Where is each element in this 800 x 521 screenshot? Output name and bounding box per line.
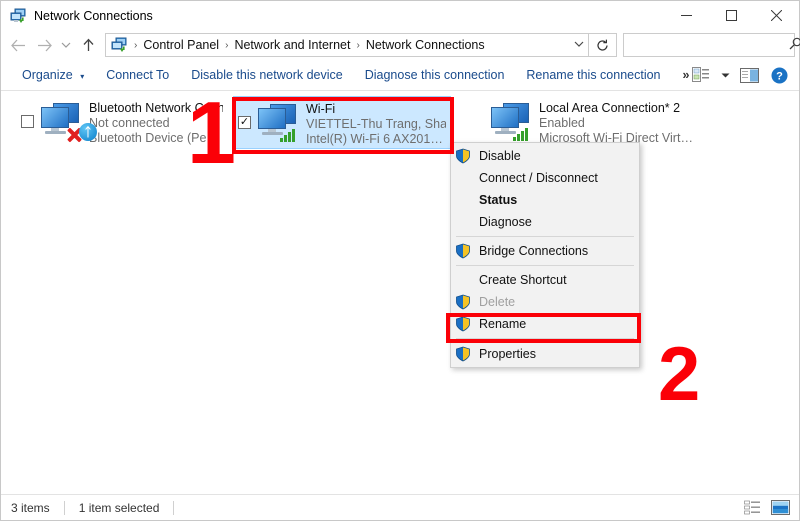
signal-bars-icon xyxy=(280,126,300,142)
selection-status: 1 item selected xyxy=(78,500,160,515)
menu-item-label: Create Shortcut xyxy=(479,273,567,287)
chevron-down-icon: ▾ xyxy=(80,72,85,81)
large-icons-view-icon[interactable] xyxy=(769,498,791,518)
bluetooth-icon: ᛏ xyxy=(79,123,97,141)
chevron-down-icon[interactable] xyxy=(574,40,584,51)
minimize-button[interactable] xyxy=(664,1,709,30)
change-view-icon[interactable] xyxy=(687,63,715,87)
window-title: Network Connections xyxy=(34,8,153,23)
connect-to-button[interactable]: Connect To xyxy=(95,63,180,87)
command-bar-right: ? xyxy=(687,63,793,87)
uac-shield-icon xyxy=(455,346,471,362)
command-bar: Organize ▾ Connect To Disable this netwo… xyxy=(1,60,799,91)
view-mode-buttons xyxy=(741,498,791,518)
breadcrumb-folder-icon xyxy=(111,37,127,53)
breadcrumb-item-control-panel[interactable]: Control Panel xyxy=(140,38,222,52)
uac-shield-icon xyxy=(455,294,471,310)
breadcrumb-separator-0: › xyxy=(134,39,138,51)
back-button[interactable] xyxy=(5,33,31,57)
connection-name: Wi-Fi xyxy=(306,102,336,116)
search-icon xyxy=(789,37,800,53)
menu-item-label: Connect / Disconnect xyxy=(479,171,598,185)
organize-button[interactable]: Organize ▾ xyxy=(11,63,95,87)
connection-item-local-area-2[interactable]: Local Area Connection* 2 Enabled Microso… xyxy=(467,96,697,148)
menu-item-label: Bridge Connections xyxy=(479,244,589,258)
menu-item-label: Disable xyxy=(479,149,521,163)
connections-list: ᛏ Bluetooth Network Connection Not conne… xyxy=(1,92,799,494)
connection-name: Bluetooth Network Connection xyxy=(89,101,223,115)
diagnose-connection-button[interactable]: Diagnose this connection xyxy=(354,63,516,87)
lan-adapter-icon xyxy=(487,101,535,145)
uac-shield-icon xyxy=(455,243,471,259)
signal-bars-icon xyxy=(513,125,533,141)
menu-item-disable[interactable]: Disable xyxy=(451,145,639,167)
maximize-button[interactable] xyxy=(709,1,754,30)
menu-item-bridge-connections[interactable]: Bridge Connections xyxy=(451,240,639,262)
menu-item-status[interactable]: Status xyxy=(451,189,639,211)
up-button[interactable] xyxy=(75,33,101,57)
context-menu: Disable Connect / Disconnect Status Diag… xyxy=(450,142,640,368)
menu-item-delete: Delete xyxy=(451,291,639,313)
search-input[interactable] xyxy=(630,37,789,53)
status-separator xyxy=(63,500,65,515)
connection-status: Not connected xyxy=(89,116,170,130)
recent-locations-button[interactable] xyxy=(57,33,75,57)
network-connections-icon xyxy=(10,8,26,24)
status-bar: 3 items 1 item selected xyxy=(1,494,799,520)
connection-checkbox[interactable]: ✓ xyxy=(238,116,251,129)
breadcrumb-item-network-and-internet[interactable]: Network and Internet xyxy=(231,38,353,52)
wifi-adapter-icon xyxy=(254,102,302,146)
bluetooth-adapter-icon: ᛏ xyxy=(37,101,97,145)
menu-separator xyxy=(456,338,634,339)
uac-shield-icon xyxy=(455,148,471,164)
connection-status: Enabled xyxy=(539,116,585,130)
menu-item-label: Rename xyxy=(479,317,527,331)
preview-pane-icon[interactable] xyxy=(735,63,763,87)
chevron-down-icon[interactable] xyxy=(717,63,733,87)
menu-item-label: Diagnose xyxy=(479,215,532,229)
refresh-button[interactable] xyxy=(589,33,617,57)
menu-separator xyxy=(456,236,634,237)
address-bar: › Control Panel › Network and Internet ›… xyxy=(1,30,800,60)
menu-item-label: Properties xyxy=(479,346,536,361)
rename-connection-button[interactable]: Rename this connection xyxy=(515,63,671,87)
disable-network-device-button[interactable]: Disable this network device xyxy=(180,63,353,87)
status-separator xyxy=(173,500,175,515)
connection-checkbox[interactable] xyxy=(471,115,484,128)
svg-text:?: ? xyxy=(776,70,783,82)
close-button[interactable] xyxy=(754,1,799,30)
breadcrumb-item-network-connections[interactable]: Network Connections xyxy=(363,38,488,52)
organize-label: Organize xyxy=(22,68,73,82)
details-view-icon[interactable] xyxy=(741,498,763,518)
menu-item-connect-disconnect[interactable]: Connect / Disconnect xyxy=(451,167,639,189)
menu-item-diagnose[interactable]: Diagnose xyxy=(451,211,639,233)
uac-shield-icon xyxy=(455,316,471,332)
connection-item-wifi[interactable]: ✓ Wi-Fi VIETTEL-Thu Trang, Shared Intel(… xyxy=(233,96,451,149)
connection-device: Intel(R) Wi-Fi 6 AX201 160MHz xyxy=(306,132,446,146)
help-icon[interactable]: ? xyxy=(765,63,793,87)
breadcrumb[interactable]: › Control Panel › Network and Internet ›… xyxy=(105,33,589,57)
breadcrumb-separator-1: › xyxy=(225,39,229,51)
menu-separator xyxy=(456,265,634,266)
menu-item-properties[interactable]: Properties xyxy=(451,342,639,365)
menu-item-label: Status xyxy=(479,193,518,207)
menu-item-rename[interactable]: Rename xyxy=(451,313,639,335)
search-box[interactable] xyxy=(623,33,800,57)
window-controls xyxy=(664,1,799,30)
title-bar: Network Connections xyxy=(1,1,799,30)
menu-item-label: Delete xyxy=(479,295,516,309)
connection-status: VIETTEL-Thu Trang, Shared xyxy=(306,117,446,131)
connection-device: Bluetooth Device (Personal ar... xyxy=(89,131,223,145)
connection-checkbox[interactable] xyxy=(21,115,34,128)
menu-item-create-shortcut[interactable]: Create Shortcut xyxy=(451,269,639,291)
breadcrumb-separator-2: › xyxy=(356,39,360,51)
forward-button[interactable] xyxy=(31,33,57,57)
item-count: 3 items xyxy=(11,500,50,515)
connection-item-bluetooth[interactable]: ᛏ Bluetooth Network Connection Not conne… xyxy=(17,96,227,148)
connection-name: Local Area Connection* 2 xyxy=(539,101,681,115)
